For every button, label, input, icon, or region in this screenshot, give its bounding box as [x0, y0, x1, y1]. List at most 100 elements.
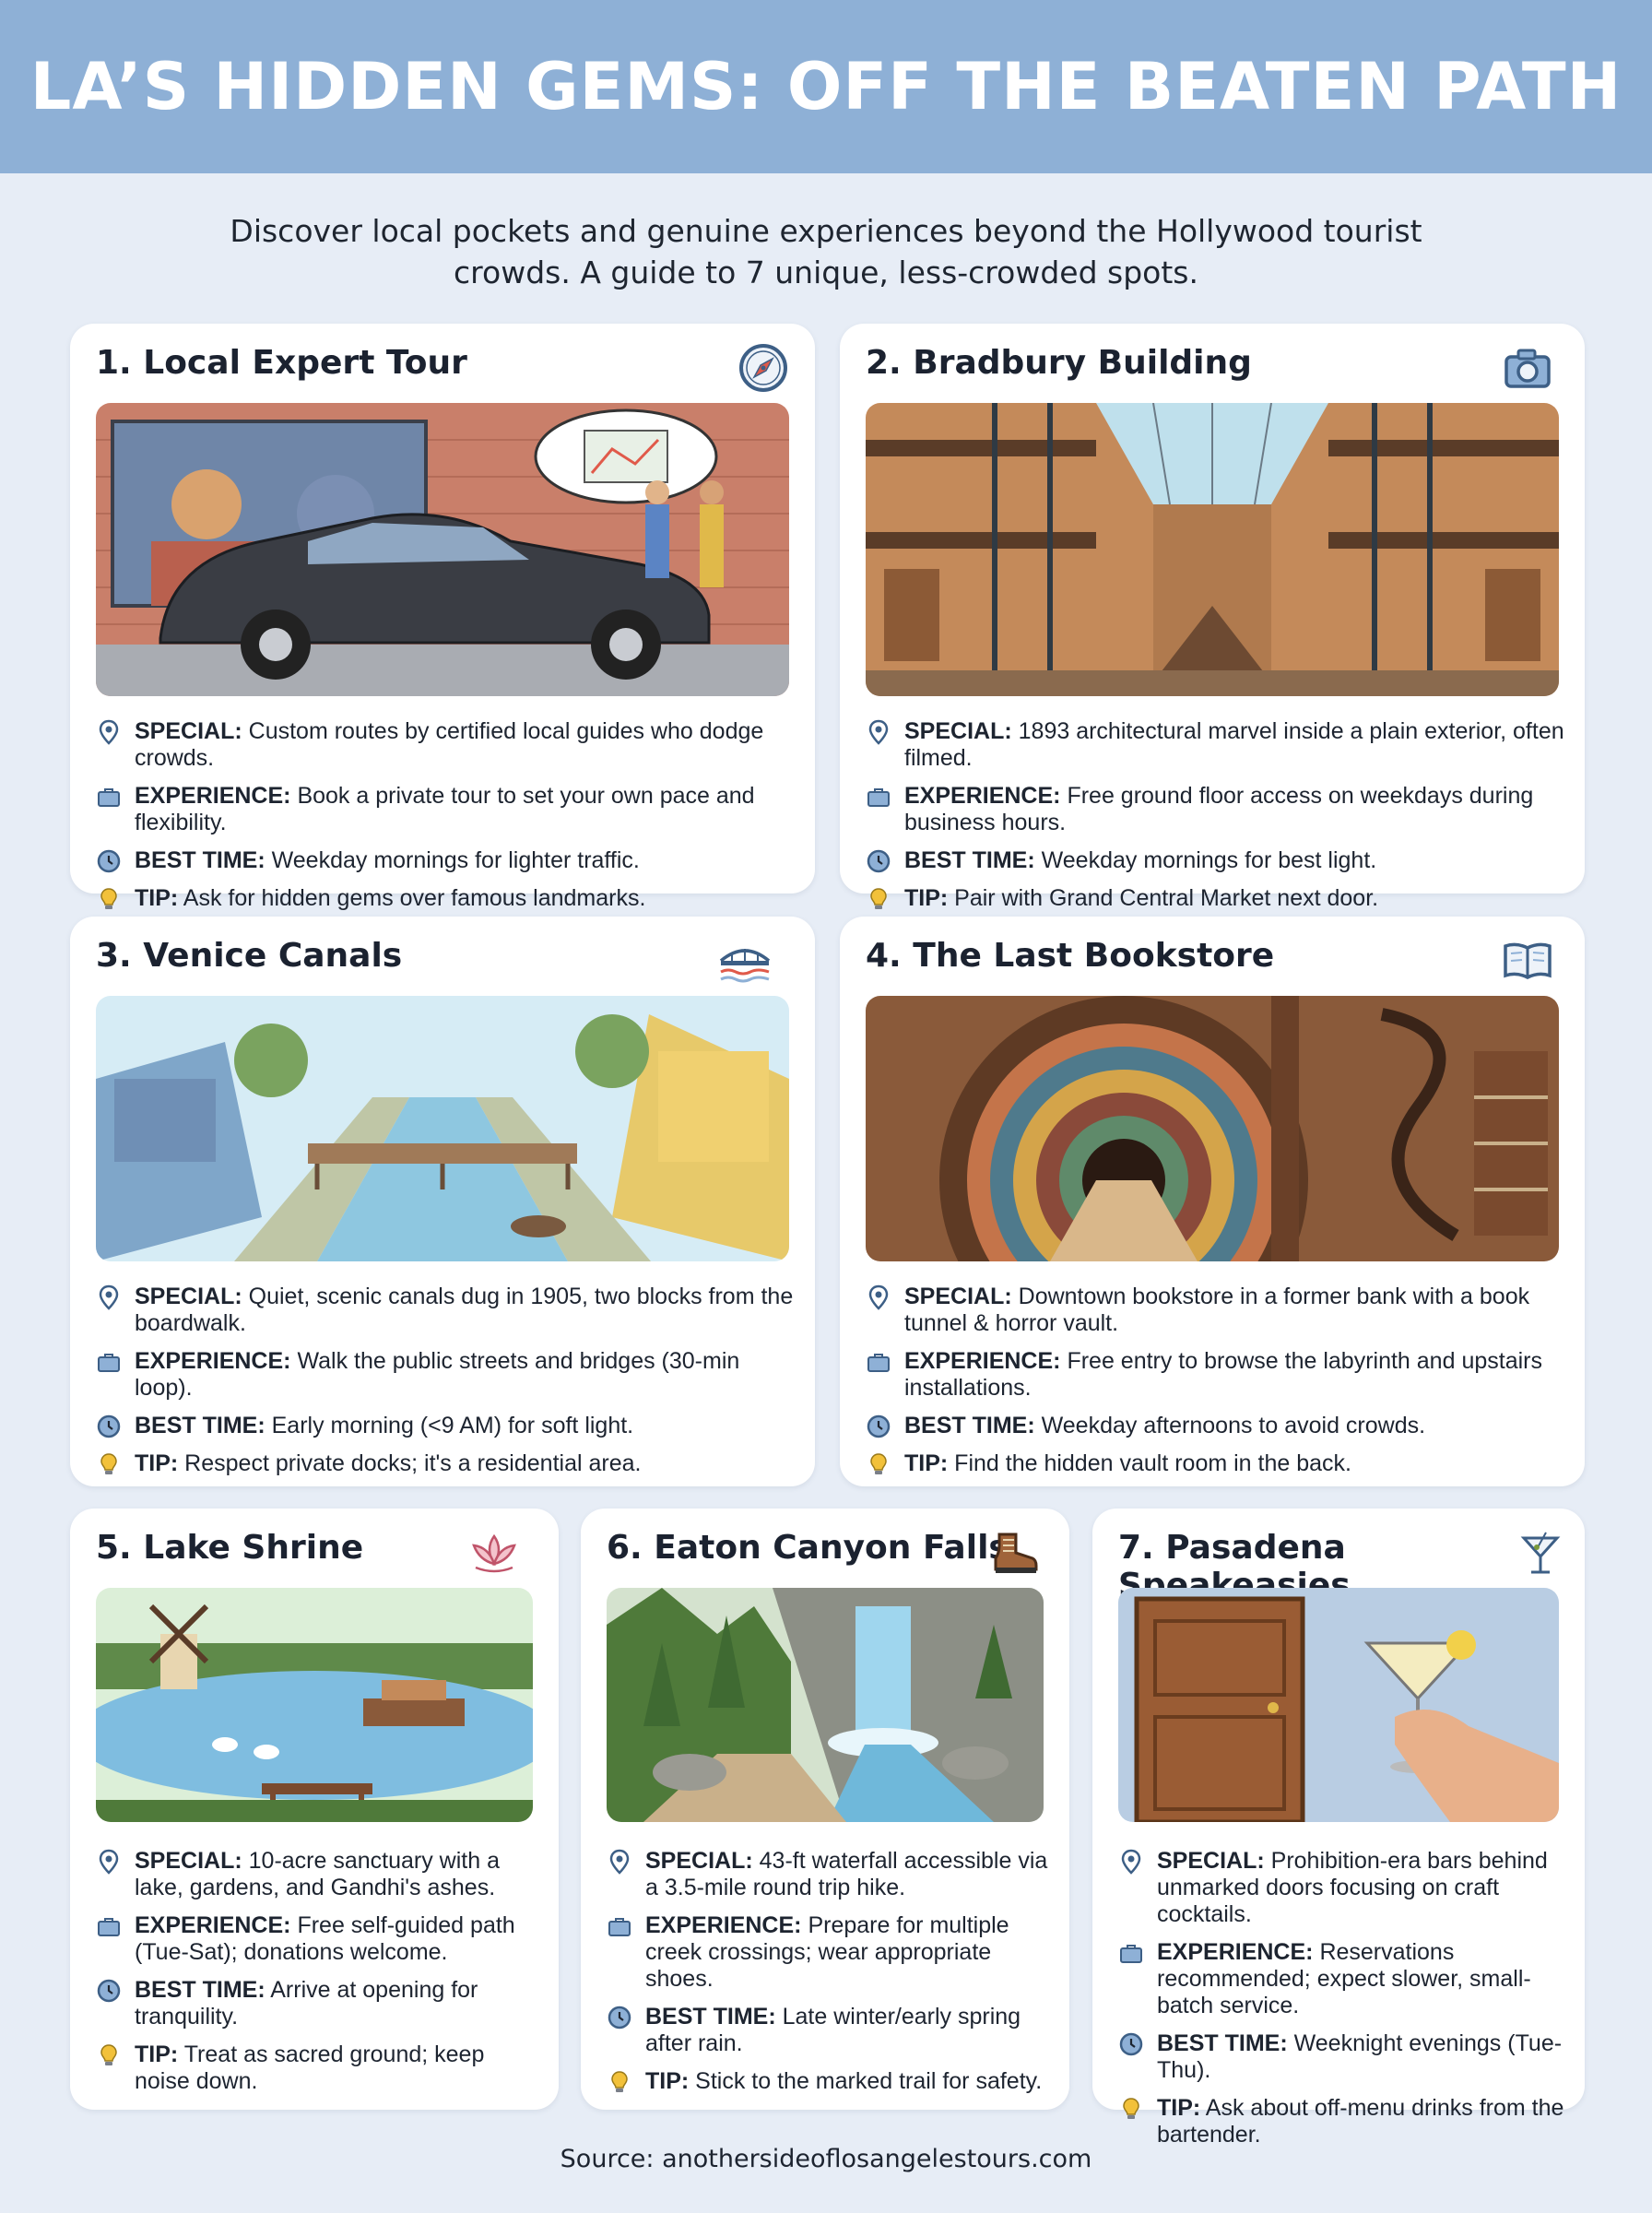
card-local-expert-tour: 1. Local Expert Tour SPECIAL: Custom rou… [70, 324, 815, 911]
card-facts: SPECIAL: Custom routes by certified loca… [96, 718, 796, 923]
best-time-label: BEST TIME: [645, 2004, 776, 2030]
experience-row: EXPERIENCE: Walk the public streets and … [96, 1348, 796, 1402]
briefcase-icon [867, 1354, 890, 1372]
lightbulb-icon [611, 2071, 628, 2092]
illustration-canals [96, 996, 789, 1261]
clock-icon [97, 1414, 121, 1438]
illustration-atrium [866, 403, 1559, 696]
best-time-label: BEST TIME: [135, 847, 266, 873]
map-pin-icon [99, 1284, 119, 1310]
compass-icon [739, 344, 787, 392]
illustration-waterfall [607, 1588, 1044, 1822]
experience-row: EXPERIENCE: Book a private tour to set y… [96, 783, 796, 836]
card-bradbury-building: 2. Bradbury Building SPECIAL: 1893 archi… [840, 324, 1585, 911]
card-lake-shrine: 5. Lake Shrine SPECIAL: 10-acre sanctuar… [70, 1509, 559, 2110]
best-time-row: BEST TIME: Late winter/early spring afte… [607, 2004, 1049, 2057]
map-pin-icon [868, 719, 889, 745]
tip-row: TIP: Respect private docks; it's a resid… [96, 1450, 796, 1477]
tip-row: TIP: Find the hidden vault room in the b… [866, 1450, 1566, 1477]
best-time-row: BEST TIME: Weekday mornings for best lig… [866, 847, 1566, 874]
experience-label: EXPERIENCE: [135, 1912, 291, 1938]
special-label: SPECIAL: [135, 718, 242, 744]
tip-label: TIP: [135, 885, 179, 911]
clock-icon [867, 849, 891, 873]
special-label: SPECIAL: [135, 1848, 242, 1874]
experience-label: EXPERIENCE: [645, 1912, 802, 1938]
best-time-text: Early morning (<9 AM) for soft light. [271, 1413, 634, 1438]
map-pin-icon [99, 719, 119, 745]
special-label: SPECIAL: [904, 1284, 1012, 1309]
best-time-label: BEST TIME: [135, 1413, 266, 1438]
camera-icon [1504, 349, 1551, 388]
card-facts: SPECIAL: Quiet, scenic canals dug in 190… [96, 1284, 796, 1488]
briefcase-icon [98, 1354, 120, 1372]
tip-label: TIP: [904, 1450, 949, 1476]
tip-row: TIP: Ask for hidden gems over famous lan… [96, 885, 796, 912]
special-row: SPECIAL: Prohibition-era bars behind unm… [1118, 1848, 1564, 1928]
lightbulb-icon [100, 2044, 117, 2065]
tip-label: TIP: [135, 2041, 179, 2067]
tip-row: TIP: Treat as sacred ground; keep noise … [96, 2041, 538, 2095]
bridge-icon [719, 949, 771, 983]
best-time-label: BEST TIME: [135, 1977, 266, 2003]
special-row: SPECIAL: Quiet, scenic canals dug in 190… [96, 1284, 796, 1337]
tip-text: Ask for hidden gems over famous landmark… [183, 885, 646, 911]
tip-text: Find the hidden vault room in the back. [954, 1450, 1351, 1476]
title-banner: LA’S HIDDEN GEMS: OFF THE BEATEN PATH [0, 0, 1652, 173]
experience-label: EXPERIENCE: [135, 783, 291, 809]
illustration-lake-shrine [96, 1588, 533, 1822]
lightbulb-icon [100, 888, 117, 909]
card-title: 3. Venice Canals [96, 937, 403, 975]
card-last-bookstore: 4. The Last Bookstore SPECIAL: Downtown … [840, 917, 1585, 1486]
best-time-label: BEST TIME: [904, 847, 1035, 873]
special-row: SPECIAL: 1893 architectural marvel insid… [866, 718, 1566, 772]
experience-row: EXPERIENCE: Prepare for multiple creek c… [607, 1912, 1049, 1993]
map-pin-icon [1121, 1849, 1141, 1875]
illustration-speakeasy [1118, 1588, 1559, 1822]
card-facts: SPECIAL: Prohibition-era bars behind unm… [1118, 1848, 1564, 2160]
tip-label: TIP: [135, 1450, 179, 1476]
card-facts: SPECIAL: Downtown bookstore in a former … [866, 1284, 1566, 1488]
clock-icon [867, 1414, 891, 1438]
briefcase-icon [98, 788, 120, 807]
source-footer: Source: anothersideoflosangelestours.com [560, 2145, 1092, 2173]
tip-text: Stick to the marked trail for safety. [695, 2068, 1043, 2094]
card-title: 1. Local Expert Tour [96, 344, 467, 382]
best-time-text: Weekday mornings for best light. [1041, 847, 1377, 873]
card-facts: SPECIAL: 10-acre sanctuary with a lake, … [96, 1848, 538, 2106]
card-title: 6. Eaton Canyon Falls [607, 1529, 1009, 1567]
lotus-icon [472, 1533, 516, 1573]
map-pin-icon [609, 1849, 630, 1875]
best-time-label: BEST TIME: [1157, 2030, 1288, 2056]
tip-row: TIP: Pair with Grand Central Market next… [866, 885, 1566, 912]
special-label: SPECIAL: [1157, 1848, 1265, 1874]
clock-icon [1119, 2032, 1143, 2056]
martini-icon [1520, 1532, 1561, 1574]
clock-icon [608, 2006, 631, 2030]
clock-icon [97, 849, 121, 873]
briefcase-icon [867, 788, 890, 807]
tip-text: Treat as sacred ground; keep noise down. [135, 2041, 485, 2094]
open-book-icon [1504, 942, 1552, 979]
experience-label: EXPERIENCE: [1157, 1939, 1314, 1965]
best-time-row: BEST TIME: Weekday mornings for lighter … [96, 847, 796, 874]
experience-row: EXPERIENCE: Free entry to browse the lab… [866, 1348, 1566, 1402]
tip-row: TIP: Ask about off-menu drinks from the … [1118, 2095, 1564, 2148]
tip-row: TIP: Stick to the marked trail for safet… [607, 2068, 1049, 2095]
briefcase-icon [98, 1918, 120, 1936]
card-title: 4. The Last Bookstore [866, 937, 1275, 975]
special-row: SPECIAL: 10-acre sanctuary with a lake, … [96, 1848, 538, 1901]
page-title: LA’S HIDDEN GEMS: OFF THE BEATEN PATH [30, 49, 1622, 124]
tip-text: Pair with Grand Central Market next door… [954, 885, 1379, 911]
best-time-row: BEST TIME: Early morning (<9 AM) for sof… [96, 1413, 796, 1439]
illustration-car-tour [96, 403, 789, 696]
clock-icon [97, 1979, 121, 2003]
lightbulb-icon [870, 1453, 887, 1474]
lightbulb-icon [870, 888, 887, 909]
best-time-text: Weekday afternoons to avoid crowds. [1041, 1413, 1426, 1438]
lightbulb-icon [100, 1453, 117, 1474]
best-time-row: BEST TIME: Weekday afternoons to avoid c… [866, 1413, 1566, 1439]
hiking-boot-icon [994, 1533, 1038, 1573]
best-time-text: Weekday mornings for lighter traffic. [271, 847, 640, 873]
card-eaton-canyon-falls: 6. Eaton Canyon Falls SPECIAL: 43-ft wat… [581, 1509, 1069, 2110]
